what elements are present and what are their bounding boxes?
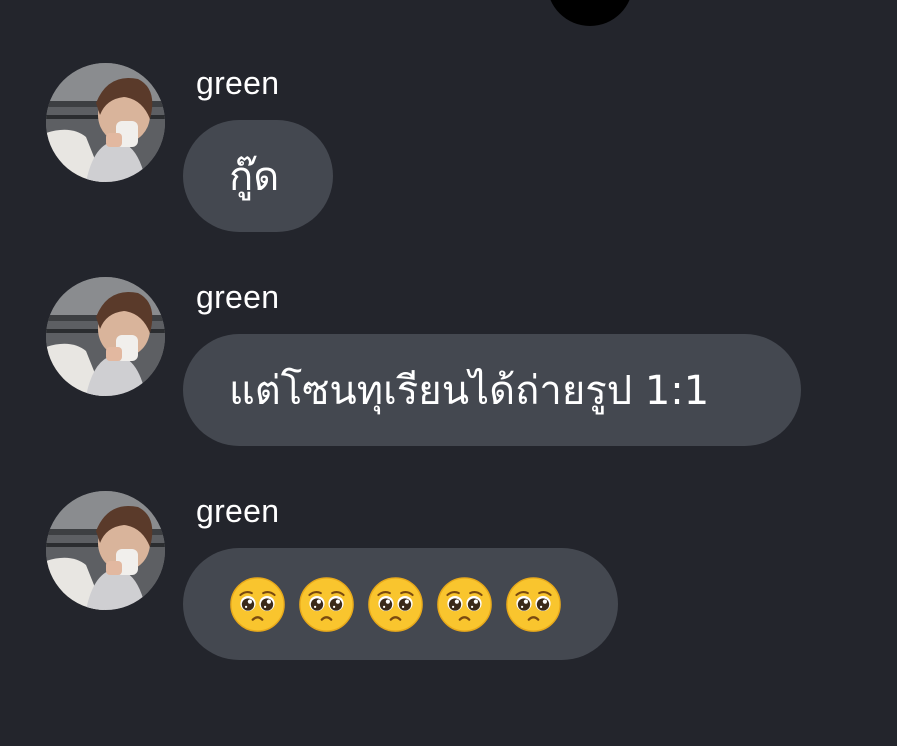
pleading-face-icon (368, 576, 423, 632)
sender-name: green (196, 65, 280, 101)
avatar-image (46, 277, 165, 396)
pleading-face-icon (506, 576, 561, 632)
chat-message: green กู๊ด (0, 63, 897, 263)
pleading-face-icon (299, 576, 354, 632)
message-bubble[interactable]: แต่โซนทุเรียนได้ถ่ายรูป 1:1 (183, 334, 801, 446)
message-text: แต่โซนทุเรียนได้ถ่ายรูป 1:1 (229, 368, 710, 414)
avatar[interactable] (46, 277, 165, 396)
emoji-row (229, 576, 562, 633)
chat-message: green (0, 491, 897, 691)
avatar-image (46, 491, 165, 610)
message-bubble[interactable] (183, 548, 618, 660)
avatar[interactable] (46, 491, 165, 610)
chat-message: green แต่โซนทุเรียนได้ถ่ายรูป 1:1 (0, 277, 897, 477)
pleading-face-icon (437, 576, 492, 632)
avatar-image (46, 63, 165, 182)
pleading-face-icon (230, 576, 285, 632)
message-bubble[interactable]: กู๊ด (183, 120, 333, 232)
sender-name: green (196, 493, 280, 529)
camera-notch (547, 0, 633, 26)
avatar[interactable] (46, 63, 165, 182)
message-text: กู๊ด (229, 154, 280, 200)
sender-name: green (196, 279, 280, 315)
